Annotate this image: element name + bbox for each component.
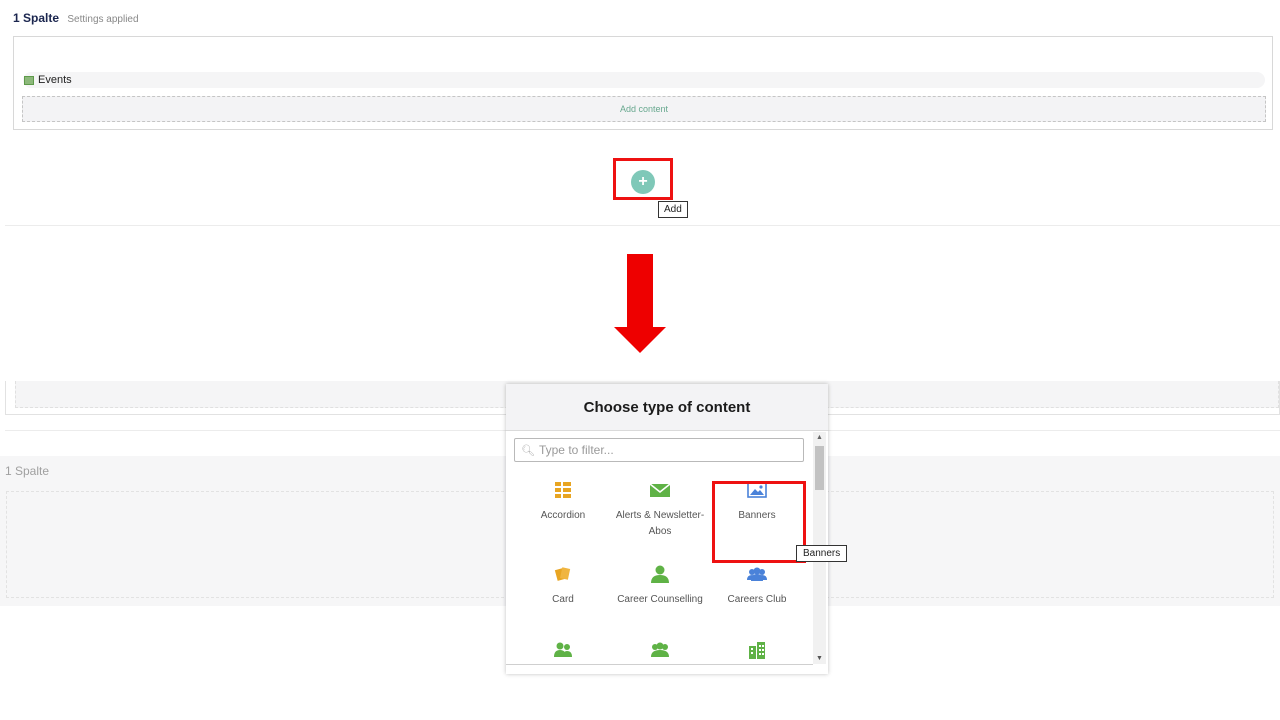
accordion-icon	[555, 482, 571, 498]
item-label: Alerts & Newsletter-Abos	[615, 510, 705, 537]
down-arrow-shaft	[627, 254, 653, 328]
add-content-button[interactable]: Add content	[22, 96, 1266, 122]
events-block[interactable]: Events	[23, 72, 1265, 88]
add-tooltip: Add	[658, 201, 688, 218]
filter-input[interactable]	[538, 443, 779, 457]
section-title: 1 Spalte	[13, 11, 60, 25]
scroll-thumb[interactable]	[815, 446, 824, 490]
people-icon	[651, 642, 669, 657]
search-icon: 🔍︎	[521, 444, 535, 457]
dialog-title: Choose type of content	[506, 384, 828, 431]
scroll-down-icon[interactable]: ▼	[813, 655, 826, 662]
envelope-icon	[649, 483, 671, 497]
cards-icon	[554, 567, 571, 581]
events-label: Events	[38, 74, 72, 86]
top-panel-header: 1 Spalte Settings applied	[13, 11, 139, 25]
content-type-accordion[interactable]: Accordion	[514, 480, 612, 524]
people-icon	[554, 642, 572, 657]
calendar-icon	[24, 75, 34, 85]
item-label: Career Counselling	[617, 594, 703, 605]
building-icon	[749, 642, 765, 659]
highlight-box-banners	[712, 481, 806, 563]
filter-field[interactable]: 🔍︎	[514, 438, 804, 462]
divider	[5, 225, 1280, 226]
down-arrow-icon	[614, 327, 666, 353]
person-icon	[651, 565, 669, 583]
item-label: Careers Club	[727, 594, 787, 605]
item-label: Accordion	[540, 510, 586, 521]
content-type-card[interactable]: Card	[514, 564, 612, 608]
scroll-up-icon[interactable]: ▲	[813, 434, 826, 441]
group-icon	[747, 567, 767, 581]
background-section-title: 1 Spalte	[5, 464, 50, 478]
add-content-label: Add content	[619, 104, 669, 114]
settings-status: Settings applied	[67, 14, 139, 25]
dialog-bottom-line	[506, 664, 813, 665]
banners-tooltip: Banners	[796, 545, 848, 562]
content-type-careers-club[interactable]: Careers Club	[708, 564, 806, 608]
item-label: Card	[552, 594, 574, 605]
content-type-career-counselling[interactable]: Career Counselling	[611, 564, 709, 608]
section-container: Events Add content	[13, 36, 1273, 130]
content-type-alerts-newsletter[interactable]: Alerts & Newsletter-Abos	[611, 480, 709, 540]
highlight-box-add	[613, 158, 673, 200]
